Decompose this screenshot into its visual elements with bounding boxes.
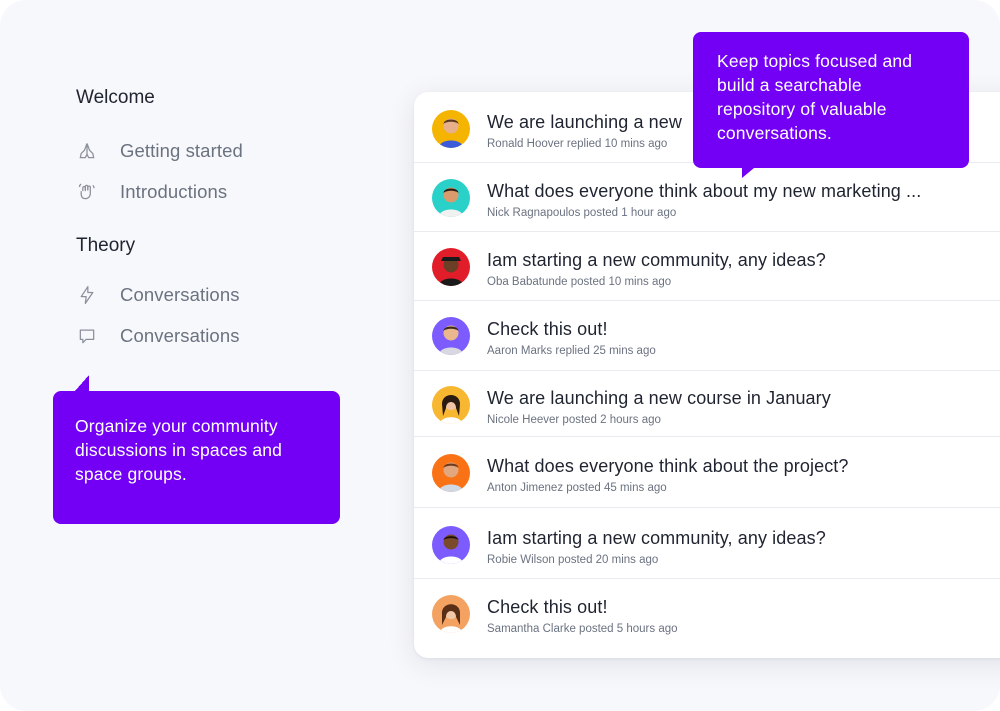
tooltip-organize: Organize your community discussions in s… bbox=[53, 375, 340, 524]
list-item[interactable]: Iam starting a new community, any ideas?… bbox=[414, 232, 1000, 301]
avatar bbox=[432, 317, 470, 355]
post-title[interactable]: We are launching a new course in January bbox=[487, 388, 831, 409]
list-item[interactable]: Iam starting a new community, any ideas?… bbox=[414, 508, 1000, 579]
tooltip-keep-topics: Keep topics focused and build a searchab… bbox=[693, 32, 969, 178]
sidebar-item-conversations-2[interactable]: Conversations bbox=[76, 315, 376, 356]
tooltip-tail bbox=[742, 168, 754, 178]
tooltip-text: Organize your community discussions in s… bbox=[75, 416, 283, 484]
post-meta: Ronald Hoover replied 10 mins ago bbox=[487, 138, 668, 150]
sidebar-item-label: Getting started bbox=[120, 139, 243, 161]
tooltip-text: Keep topics focused and build a searchab… bbox=[717, 51, 913, 143]
post-meta: Samantha Clarke posted 5 hours ago bbox=[487, 623, 678, 635]
chat-bubble-icon bbox=[76, 325, 98, 347]
post-meta: Oba Babatunde posted 10 mins ago bbox=[487, 276, 672, 288]
list-item[interactable]: What does everyone think about my new ma… bbox=[414, 163, 1000, 232]
post-title[interactable]: What does everyone think about my new ma… bbox=[487, 181, 921, 202]
list-item[interactable]: Check this out! Samantha Clarke posted 5… bbox=[414, 579, 1000, 658]
list-item[interactable]: Check this out! Aaron Marks replied 25 m… bbox=[414, 301, 1000, 371]
post-title[interactable]: Check this out! bbox=[487, 319, 656, 340]
avatar bbox=[432, 526, 470, 564]
sidebar-item-getting-started[interactable]: Getting started bbox=[76, 130, 376, 171]
post-meta: Nicole Heever posted 2 hours ago bbox=[487, 414, 661, 426]
avatar bbox=[432, 248, 470, 286]
avatar bbox=[432, 386, 470, 424]
sidebar-item-label: Conversations bbox=[120, 324, 240, 346]
sidebar: Welcome Getting started Introductions Th… bbox=[76, 86, 376, 356]
tooltip-tail bbox=[75, 375, 89, 391]
sidebar-item-label: Introductions bbox=[120, 180, 228, 202]
sidebar-item-label: Conversations bbox=[120, 283, 240, 305]
post-title[interactable]: What does everyone think about the proje… bbox=[487, 456, 849, 477]
sidebar-item-conversations[interactable]: Conversations bbox=[76, 274, 376, 315]
avatar bbox=[432, 179, 470, 217]
avatar bbox=[432, 110, 470, 148]
conversation-feed: We are launching a new Ronald Hoover rep… bbox=[414, 92, 1000, 658]
list-item[interactable]: What does everyone think about the proje… bbox=[414, 437, 1000, 508]
section-title-theory: Theory bbox=[76, 235, 136, 256]
post-title[interactable]: Check this out! bbox=[487, 597, 678, 618]
avatar bbox=[432, 595, 470, 633]
post-meta: Anton Jimenez posted 45 mins ago bbox=[487, 482, 667, 494]
canvas: Welcome Getting started Introductions Th… bbox=[0, 0, 1000, 711]
section-title-welcome: Welcome bbox=[76, 87, 155, 108]
post-meta: Robie Wilson posted 20 mins ago bbox=[487, 554, 659, 566]
lightning-icon bbox=[76, 284, 98, 306]
post-title[interactable]: Iam starting a new community, any ideas? bbox=[487, 528, 826, 549]
post-title[interactable]: We are launching a new bbox=[487, 112, 682, 133]
avatar bbox=[432, 454, 470, 492]
sidebar-item-introductions[interactable]: Introductions bbox=[76, 171, 376, 212]
post-title[interactable]: Iam starting a new community, any ideas? bbox=[487, 250, 826, 271]
post-meta: Nick Ragnapoulos posted 1 hour ago bbox=[487, 207, 677, 219]
list-item[interactable]: We are launching a new course in January… bbox=[414, 371, 1000, 437]
waving-hand-icon bbox=[76, 181, 98, 203]
post-meta: Aaron Marks replied 25 mins ago bbox=[487, 345, 656, 357]
praying-hands-icon bbox=[76, 140, 98, 162]
